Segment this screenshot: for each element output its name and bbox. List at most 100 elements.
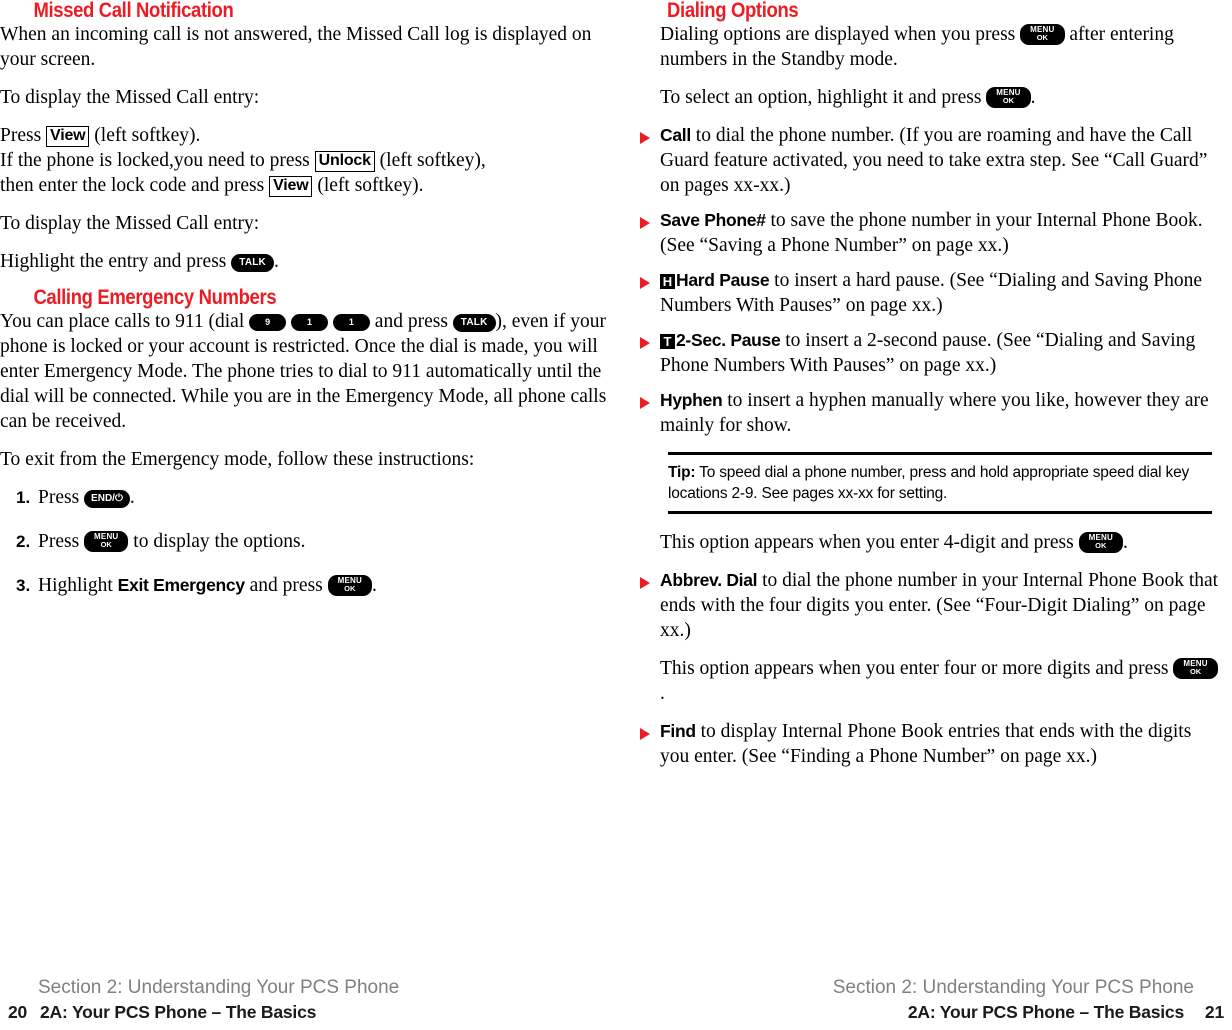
bullet-line-2: If the phone is locked,you need to press… [0,148,616,173]
left-page-column: Missed Call Notification When an incomin… [0,0,616,617]
triangle-bullet-icon [640,728,650,740]
menu-key-line-2: OK [344,584,356,593]
find-option-list: Find to display Internal Phone Book entr… [640,719,1220,769]
list-item: T 2-Sec. Pause to insert a 2-second pause… [640,328,1220,378]
page-number: 21 [1204,1002,1224,1022]
triangle-bullet-icon [640,132,650,144]
menu-ok-key-icon: MENU OK [1020,23,1065,45]
select-pre: To select an option, highlight it and pr… [660,87,982,108]
heading-missed-call-notification: Missed Call Notification [33,0,234,22]
emergency-pre: You can place calls to 911 (dial [0,311,245,332]
locked-note-pre: If the phone is locked,you need to press [0,150,310,171]
page-number: 20 [8,1002,28,1022]
footer-chapter-line: 2A: Your PCS Phone – The Basics 21 [616,1000,1232,1030]
dialing-intro-pre: Dialing options are displayed when you p… [660,24,1016,45]
two-sec-pause-t-glyph-icon: T [660,334,675,349]
option-label-2-sec-pause[interactable]: 2-Sec. Pause [676,330,781,350]
list-item: 2. Press MENU OK to display the options. [16,529,616,554]
heading-dialing-options: Dialing Options [667,0,799,22]
missed-call-lead-2: To display the Missed Call entry: [0,213,260,234]
right-page-column: Dialing Options Dialing options are disp… [640,0,1220,782]
step-2-post: to display the options. [133,531,306,552]
find-lead: This option appears when you enter four … [660,656,1220,706]
four-digit-pre: This option appears when you enter 4-dig… [660,532,1074,553]
list-item: Press View (left softkey). If the phone … [0,123,616,198]
option-text-call: to dial the phone number. (If you are ro… [660,125,1208,196]
find-lead-pre: This option appears when you enter four … [660,658,1169,679]
missed-call-bullet-list-2: Highlight the entry and press TALK. [0,249,616,274]
footer-chapter-label: 2A: Your PCS Phone – The Basics [40,1002,317,1022]
menu-ok-key-icon: MENU OK [1173,657,1218,679]
four-digit-lead: This option appears when you enter 4-dig… [660,530,1220,555]
option-label-save-phone[interactable]: Save Phone# [660,210,766,230]
exit-emergency-steps: 1. Press END/⏻. 2. Press MENU OK to displ… [0,485,616,598]
menu-ok-key-icon: MENU OK [84,530,129,552]
menu-key-line-2: OK [1036,33,1048,42]
footer-section-label: Section 2: Understanding Your PCS Phone [832,977,1194,998]
softkey-view[interactable]: View [46,126,90,147]
press-label: Press [0,125,42,146]
step-3-post: . [371,575,377,596]
option-text-find: to display Internal Phone Book entries t… [660,721,1192,767]
option-label-hyphen[interactable]: Hyphen [660,390,723,410]
softkey-unlock[interactable]: Unlock [314,151,375,172]
missed-call-intro-paragraph: When an incoming call is not answered, t… [0,24,592,70]
menu-key-line-2: OK [1095,541,1107,550]
highlight-entry-pre: Highlight the entry and press [0,251,227,272]
tip-label: Tip: [668,464,696,481]
option-label-abbrev-dial[interactable]: Abbrev. Dial [660,570,758,590]
find-lead-post: . [660,683,665,704]
bullet-line-3: then enter the lock code and press View … [0,173,616,198]
four-digit-post: . [1122,532,1128,553]
step-1-pre: Press [38,487,80,508]
list-item: Highlight the entry and press TALK. [0,249,616,274]
missed-call-lead-1: To display the Missed Call entry: [0,87,260,108]
step-number: 3. [16,576,31,595]
bullet-line-1: Press View (left softkey). [0,123,616,148]
footer-section-label: Section 2: Understanding Your PCS Phone [38,977,400,998]
step-1-post: . [129,487,135,508]
step-3-mid: and press [249,575,323,596]
locked-note-mid: (left softkey), [379,150,486,171]
softkey-view-2[interactable]: View [269,176,313,197]
abbrev-dial-list: Abbrev. Dial to dial the phone number in… [640,568,1220,643]
exit-emergency-option-label: Exit Emergency [117,575,245,595]
option-label-hard-pause[interactable]: Hard Pause [676,270,770,290]
list-item: H Hard Pause to insert a hard pause. (See… [640,268,1220,318]
list-item: Call to dial the phone number. (If you a… [640,123,1220,198]
menu-ok-key-icon: MENU OK [1078,531,1123,553]
footer-chapter-line: 20 2A: Your PCS Phone – The Basics [0,1000,616,1030]
select-post: . [1030,87,1036,108]
option-label-call[interactable]: Call [660,125,691,145]
triangle-bullet-icon [640,217,650,229]
option-label-find[interactable]: Find [660,721,696,741]
highlight-entry-post: . [273,251,279,272]
list-item: Save Phone# to save the phone number in … [640,208,1220,258]
select-option-lead: To select an option, highlight it and pr… [660,85,1220,110]
list-item: 3. Highlight Exit Emergency and press ME… [16,573,616,598]
hard-pause-h-glyph-icon: H [660,274,675,289]
triangle-bullet-icon [640,277,650,289]
emergency-mid: and press [374,311,448,332]
menu-key-line-2: OK [100,540,112,549]
key-1-icon-a: 1 [291,314,329,331]
key-1-icon-b: 1 [332,314,370,331]
menu-key-line-2: OK [1189,667,1202,676]
menu-ok-key-icon: MENU OK [327,574,372,596]
step-3-pre: Highlight [38,575,113,596]
list-item: Find to display Internal Phone Book entr… [640,719,1220,769]
step-2-pre: Press [38,531,80,552]
list-item: Hyphen to insert a hyphen manually where… [640,388,1220,438]
highlight-entry-line: Highlight the entry and press TALK. [0,249,616,274]
tip-text: Tip: To speed dial a phone number, press… [668,462,1212,504]
option-text-hyphen: to insert a hyphen manually where you li… [660,390,1209,436]
key-9-icon: 9 [249,314,287,331]
list-item: Abbrev. Dial to dial the phone number in… [640,568,1220,643]
talk-key-icon: TALK [231,254,274,272]
menu-ok-key-icon: MENU OK [986,86,1031,108]
lockcode-note-post: (left softkey). [317,175,424,196]
emergency-paragraph: You can place calls to 911 (dial 9 1 1 a… [0,309,616,434]
heading-calling-emergency-numbers: Calling Emergency Numbers [33,286,277,309]
triangle-bullet-icon [640,397,650,409]
footer-chapter-label: 2A: Your PCS Phone – The Basics [907,1002,1184,1022]
